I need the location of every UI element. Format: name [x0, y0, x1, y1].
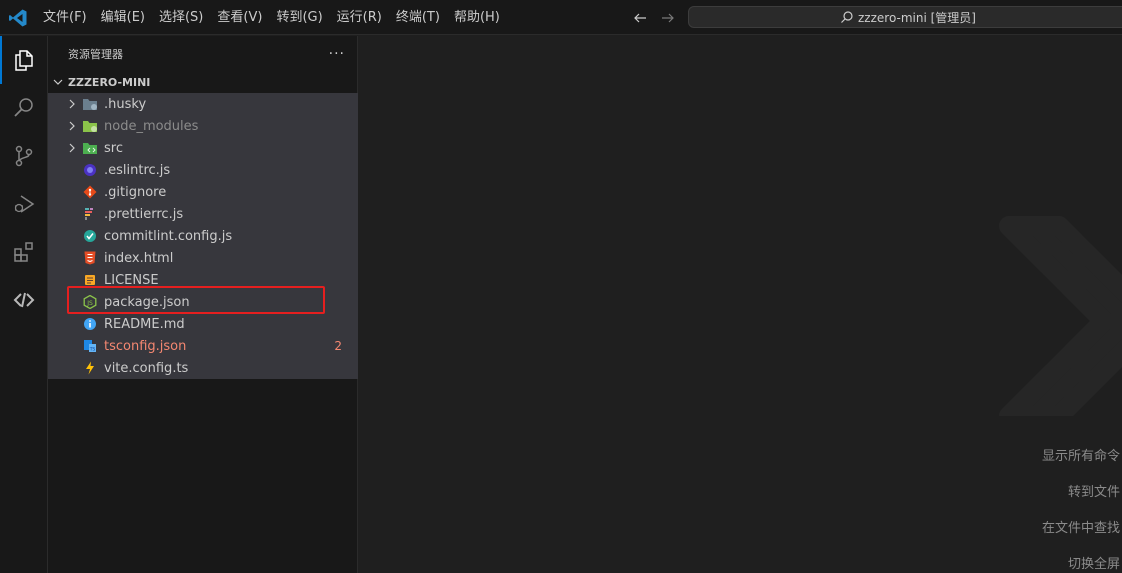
command-center[interactable]: zzzero-mini [管理员] — [688, 6, 1122, 28]
explorer-sidebar: 资源管理器 ··· ZZZERO-MINI .husky node_module… — [48, 36, 358, 573]
tree-item-label: src — [104, 140, 123, 156]
menu-edit[interactable]: 编辑(E) — [94, 6, 152, 30]
tree-item-node-modules[interactable]: node_modules — [48, 115, 358, 137]
tree-item-label: vite.config.ts — [104, 360, 189, 376]
tree-item-label: tsconfig.json — [104, 338, 187, 354]
editor-area: 显示所有命令 转到文件 在文件中查找 切换全屏 — [359, 36, 1122, 573]
sidebar-title: 资源管理器 — [68, 47, 123, 61]
menu-selection[interactable]: 选择(S) — [152, 6, 210, 30]
tree-item-label: .gitignore — [104, 184, 167, 200]
menu-view[interactable]: 查看(V) — [210, 6, 269, 30]
menu-run[interactable]: 运行(R) — [330, 6, 389, 30]
tree-item-label: README.md — [104, 316, 185, 332]
file-tree: .husky node_modules src .eslintrc.js .gi… — [48, 93, 358, 379]
tree-item-label: .prettierrc.js — [104, 206, 184, 222]
svg-text:TS: TS — [89, 347, 96, 353]
tree-item-gitignore[interactable]: .gitignore — [48, 181, 358, 203]
shortcut-toggle-fullscreen: 切换全屏 — [1067, 557, 1120, 572]
tree-item-tsconfig[interactable]: TS tsconfig.json 2 — [48, 335, 358, 357]
tree-item-label: index.html — [104, 250, 174, 266]
tree-item-package-json[interactable]: JS package.json — [48, 291, 358, 313]
forward-arrow-icon[interactable] — [658, 8, 678, 28]
nodejs-icon: JS — [82, 294, 98, 310]
tree-item-label: commitlint.config.js — [104, 228, 233, 244]
prettier-icon — [82, 206, 98, 222]
menu-bar: 文件(F) 编辑(E) 选择(S) 查看(V) 转到(G) 运行(R) 终端(T… — [36, 0, 507, 35]
command-center-label: zzzero-mini [管理员] — [858, 10, 976, 25]
svg-text:JS: JS — [86, 300, 93, 307]
husky-folder-icon — [82, 96, 98, 112]
more-actions-icon[interactable]: ··· — [329, 46, 345, 62]
sidebar-header: 资源管理器 ··· — [48, 36, 357, 71]
extensions-icon[interactable] — [0, 228, 48, 276]
tree-item-label: .eslintrc.js — [104, 162, 171, 178]
chevron-right-icon — [64, 137, 80, 159]
tree-item-husky[interactable]: .husky — [48, 93, 358, 115]
vscode-logo-icon — [9, 9, 27, 27]
git-icon — [82, 184, 98, 200]
license-icon — [82, 272, 98, 288]
shortcut-go-to-file: 转到文件 — [1067, 485, 1120, 500]
search-icon — [841, 11, 853, 23]
chevron-down-icon — [53, 79, 63, 85]
workspace-name: ZZZERO-MINI — [68, 75, 151, 89]
tree-item-eslintrc[interactable]: .eslintrc.js — [48, 159, 358, 181]
chevron-right-icon — [64, 93, 80, 115]
title-bar: 文件(F) 编辑(E) 选择(S) 查看(V) 转到(G) 运行(R) 终端(T… — [0, 0, 1122, 35]
explorer-icon[interactable] — [0, 36, 48, 84]
back-arrow-icon[interactable] — [630, 8, 650, 28]
tree-item-label: LICENSE — [104, 272, 159, 288]
menu-go[interactable]: 转到(G) — [269, 6, 329, 30]
workspace-section-header[interactable]: ZZZERO-MINI — [48, 71, 357, 93]
shortcut-list: 显示所有命令 转到文件 在文件中查找 切换全屏 — [1042, 446, 1122, 573]
navigation-controls — [630, 8, 678, 28]
tree-item-readme[interactable]: README.md — [48, 313, 358, 335]
run-debug-icon[interactable] — [0, 180, 48, 228]
menu-terminal[interactable]: 终端(T) — [389, 6, 447, 30]
remote-explorer-icon[interactable] — [0, 276, 48, 324]
tree-item-label: node_modules — [104, 118, 199, 134]
tree-item-commitlint[interactable]: commitlint.config.js — [48, 225, 358, 247]
eslint-icon — [82, 162, 98, 178]
tree-item-prettierrc[interactable]: .prettierrc.js — [48, 203, 358, 225]
chevron-right-icon — [64, 115, 80, 137]
html-icon — [82, 250, 98, 266]
source-control-icon[interactable] — [0, 132, 48, 180]
shortcut-find-in-files: 在文件中查找 — [1041, 521, 1120, 536]
tree-item-label: .husky — [104, 96, 147, 112]
shortcut-show-all-commands: 显示所有命令 — [1041, 449, 1120, 464]
tree-item-label: package.json — [104, 294, 190, 310]
tree-item-vite-config[interactable]: vite.config.ts — [48, 357, 358, 379]
tree-item-license[interactable]: LICENSE — [48, 269, 358, 291]
menu-file[interactable]: 文件(F) — [36, 6, 94, 30]
src-folder-icon — [82, 140, 98, 156]
search-icon[interactable] — [0, 84, 48, 132]
activity-bar — [0, 36, 48, 573]
vite-icon — [82, 360, 98, 376]
tsconfig-icon: TS — [82, 338, 98, 354]
info-icon — [82, 316, 98, 332]
error-count-badge: 2 — [334, 339, 342, 353]
menu-help[interactable]: 帮助(H) — [447, 6, 507, 30]
vscode-watermark-icon — [999, 216, 1122, 416]
commitlint-icon — [82, 228, 98, 244]
node-folder-icon — [82, 118, 98, 134]
tree-item-src[interactable]: src — [48, 137, 358, 159]
tree-item-index-html[interactable]: index.html — [48, 247, 358, 269]
